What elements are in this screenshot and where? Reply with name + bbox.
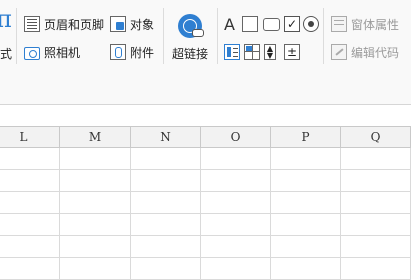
header-footer-label: 页眉和页脚	[44, 17, 105, 32]
grid-cell[interactable]	[131, 258, 201, 280]
list-box-button[interactable]	[224, 41, 240, 63]
grid-cell[interactable]	[0, 258, 60, 280]
spreadsheet-grid[interactable]	[0, 148, 411, 280]
grid-cell[interactable]	[60, 236, 131, 258]
letter-a-icon: A	[224, 14, 235, 34]
grid-cell[interactable]	[0, 214, 60, 236]
grid-cell[interactable]	[201, 170, 271, 192]
attachment-button[interactable]: 附件	[110, 41, 154, 63]
grid-cell[interactable]	[201, 192, 271, 214]
grid-cell[interactable]	[60, 258, 131, 280]
scrollbar-control-button[interactable]: ±	[284, 41, 300, 63]
grid-cell[interactable]	[201, 214, 271, 236]
grid-cell[interactable]	[0, 192, 60, 214]
separator	[163, 8, 164, 64]
properties-icon	[331, 16, 347, 32]
hyperlink-label: 超链接	[171, 47, 208, 61]
spinner-icon: ▲ ▼	[264, 44, 276, 60]
grid-cell[interactable]	[271, 236, 341, 258]
header-footer-button[interactable]: 页眉和页脚	[24, 13, 104, 35]
grid-cell[interactable]	[60, 148, 131, 170]
grid-cell[interactable]	[341, 236, 411, 258]
attachment-icon	[110, 44, 126, 60]
separator	[217, 8, 218, 64]
grid-cell[interactable]	[341, 170, 411, 192]
combo-box-icon	[244, 44, 260, 60]
column-header-l[interactable]: L	[0, 127, 60, 147]
radio-icon	[303, 16, 319, 32]
edit-code-icon	[331, 44, 347, 60]
grid-cell[interactable]	[60, 214, 131, 236]
camera-button[interactable]: 照相机	[24, 41, 80, 63]
grid-cell[interactable]	[131, 236, 201, 258]
spinner-button[interactable]: ▲ ▼	[264, 41, 276, 63]
column-header-m[interactable]: M	[60, 127, 131, 147]
edit-code-button[interactable]: 编辑代码	[331, 41, 399, 63]
window-properties-label: 窗体属性	[351, 17, 400, 32]
formula-bar-area	[0, 105, 411, 125]
grid-cell[interactable]	[131, 148, 201, 170]
hyperlink-button[interactable]: 超链接	[170, 14, 210, 62]
object-button[interactable]: 对象	[110, 13, 154, 35]
radio-button-control[interactable]	[303, 13, 319, 35]
checkbox-icon: ✓	[284, 16, 300, 32]
column-header-bar: L M N O P Q	[0, 126, 411, 148]
separator	[16, 8, 17, 64]
camera-icon	[24, 46, 40, 60]
grid-cell[interactable]	[341, 258, 411, 280]
column-header-q[interactable]: Q	[341, 127, 411, 147]
edit-code-label: 编辑代码	[351, 45, 400, 60]
header-footer-icon	[24, 16, 40, 32]
formula-button[interactable]: π	[0, 6, 14, 32]
grid-cell[interactable]	[131, 192, 201, 214]
grid-cell[interactable]	[341, 148, 411, 170]
formula-label-partial: 式	[0, 46, 13, 61]
grid-cell[interactable]	[0, 170, 60, 192]
attachment-label: 附件	[130, 45, 155, 60]
grid-cell[interactable]	[0, 236, 60, 258]
object-icon	[110, 16, 126, 32]
ribbon: π 式 页眉和页脚 对象 照相机 附件 超链接 A ✓ ▲ ▼ ± 窗体属性 编…	[0, 0, 411, 104]
camera-label: 照相机	[44, 45, 81, 60]
text-a-button[interactable]: A	[224, 13, 240, 35]
grid-cell[interactable]	[201, 236, 271, 258]
pi-icon: π	[0, 5, 12, 33]
separator	[323, 8, 324, 64]
rectangle-icon	[263, 17, 280, 31]
grid-cell[interactable]	[60, 192, 131, 214]
grid-cell[interactable]	[271, 214, 341, 236]
combo-box-button[interactable]	[244, 41, 260, 63]
column-header-n[interactable]: N	[131, 127, 201, 147]
grid-cell[interactable]	[341, 192, 411, 214]
grid-cell[interactable]	[0, 148, 60, 170]
list-box-icon	[224, 44, 240, 60]
label-control-button[interactable]	[242, 13, 258, 35]
grid-cell[interactable]	[271, 170, 341, 192]
grid-cell[interactable]	[271, 148, 341, 170]
grid-cell[interactable]	[60, 170, 131, 192]
grid-cell[interactable]	[131, 170, 201, 192]
label-frame-icon	[242, 16, 258, 32]
grid-cell[interactable]	[271, 258, 341, 280]
grid-cell[interactable]	[131, 214, 201, 236]
column-header-p[interactable]: P	[271, 127, 341, 147]
checkbox-button[interactable]: ✓	[284, 13, 300, 35]
grid-cell[interactable]	[201, 148, 271, 170]
rectangle-button[interactable]	[263, 13, 280, 35]
grid-cell[interactable]	[341, 214, 411, 236]
plus-minus-icon: ±	[284, 44, 300, 60]
globe-link-icon	[178, 14, 204, 38]
grid-cell[interactable]	[201, 258, 271, 280]
object-label: 对象	[130, 17, 155, 32]
column-header-o[interactable]: O	[201, 127, 271, 147]
window-properties-button[interactable]: 窗体属性	[331, 13, 399, 35]
grid-cell[interactable]	[271, 192, 341, 214]
